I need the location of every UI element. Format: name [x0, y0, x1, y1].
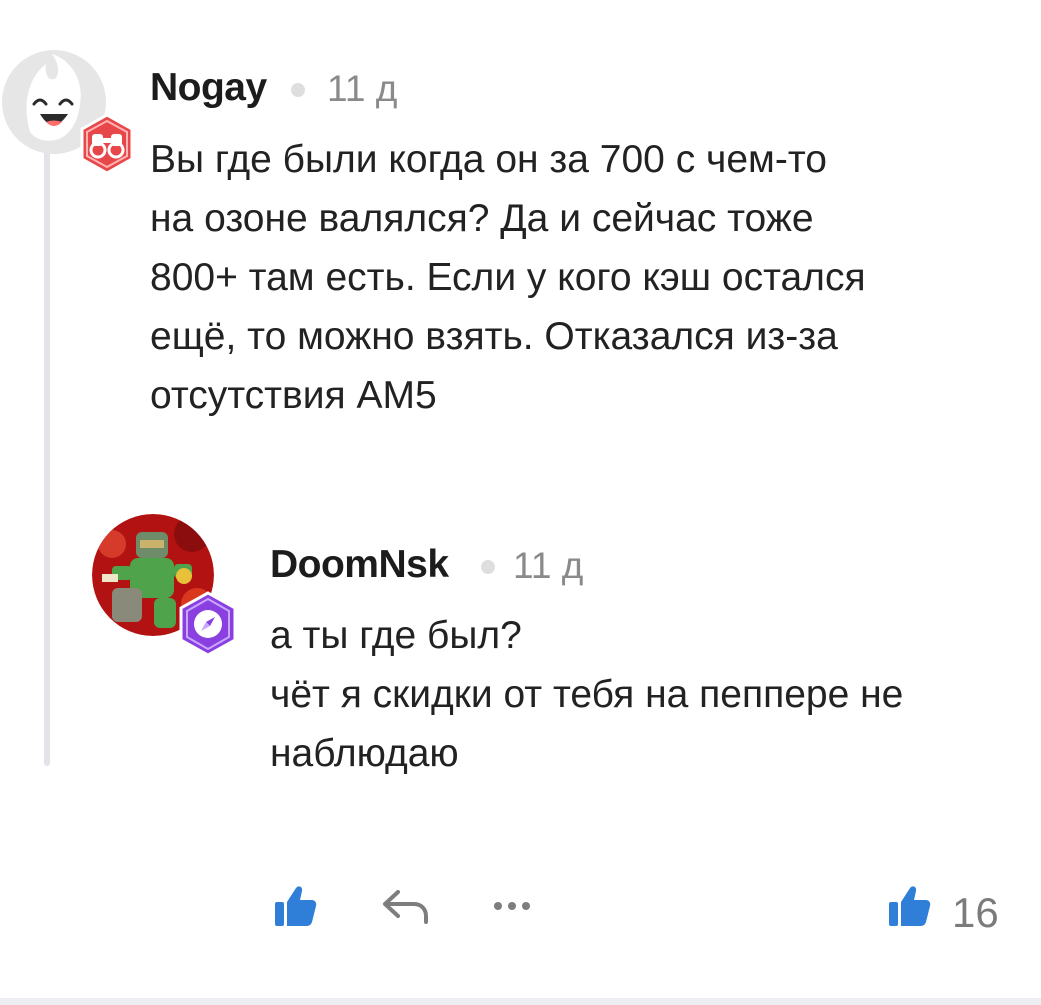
more-dots-icon[interactable] [492, 898, 532, 914]
reply-text: а ты где был? чёт я скидки от тебя на пе… [270, 614, 904, 775]
comment-text: Вы где были когда он за 700 с чем-то на … [150, 138, 866, 417]
separator-dot [291, 83, 305, 97]
thumbs-up-icon[interactable] [272, 882, 318, 928]
divider [0, 998, 1041, 1005]
compass-badge-icon [179, 591, 237, 657]
separator-dot [481, 560, 495, 574]
likes-count: 16 [952, 889, 999, 936]
reply-arrow-icon[interactable] [380, 886, 430, 926]
comment-author[interactable]: Nogay [150, 68, 267, 107]
thumbs-up-icon[interactable] [886, 882, 932, 928]
reply-time: 11 д [513, 545, 584, 586]
comment-time: 11 д [327, 68, 398, 109]
reply-author[interactable]: DoomNsk [270, 545, 449, 584]
thread-line [44, 150, 50, 766]
comment-actions [0, 870, 1041, 960]
binoculars-badge-icon [80, 113, 134, 175]
